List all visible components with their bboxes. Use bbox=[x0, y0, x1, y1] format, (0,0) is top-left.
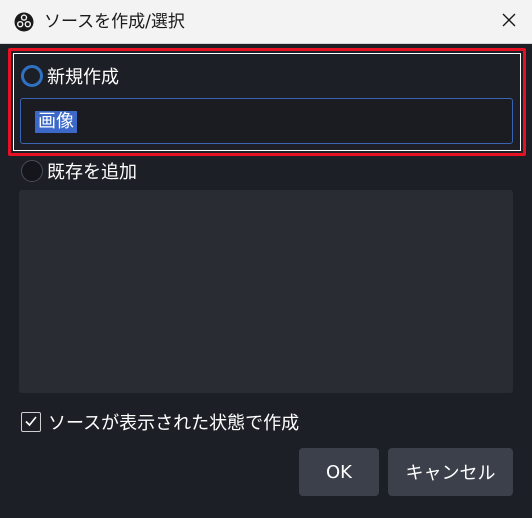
new-source-radio[interactable] bbox=[21, 65, 43, 87]
checkmark-icon bbox=[24, 412, 38, 433]
existing-source-radio[interactable] bbox=[21, 160, 43, 182]
new-source-label: 新規作成 bbox=[47, 67, 119, 88]
close-button[interactable] bbox=[486, 0, 532, 44]
cancel-button[interactable]: キャンセル bbox=[388, 448, 513, 496]
visibility-label: ソースが表示された状態で作成 bbox=[48, 413, 300, 434]
visibility-checkbox-row[interactable]: ソースが表示された状態で作成 bbox=[21, 409, 299, 435]
existing-source-radio-row[interactable]: 既存を追加 bbox=[21, 158, 137, 184]
ok-button[interactable]: OK bbox=[299, 448, 379, 496]
obs-icon bbox=[14, 12, 34, 32]
window-title: ソースを作成/選択 bbox=[44, 12, 185, 32]
title-bar: ソースを作成/選択 bbox=[0, 0, 532, 44]
existing-source-label: 既存を追加 bbox=[47, 162, 137, 183]
existing-source-list[interactable] bbox=[19, 190, 513, 393]
source-name-value: 画像 bbox=[35, 111, 77, 133]
new-source-radio-row[interactable]: 新規作成 bbox=[21, 63, 119, 89]
close-icon bbox=[501, 12, 517, 32]
source-name-input[interactable]: 画像 bbox=[20, 98, 513, 144]
visibility-checkbox[interactable] bbox=[21, 412, 41, 432]
